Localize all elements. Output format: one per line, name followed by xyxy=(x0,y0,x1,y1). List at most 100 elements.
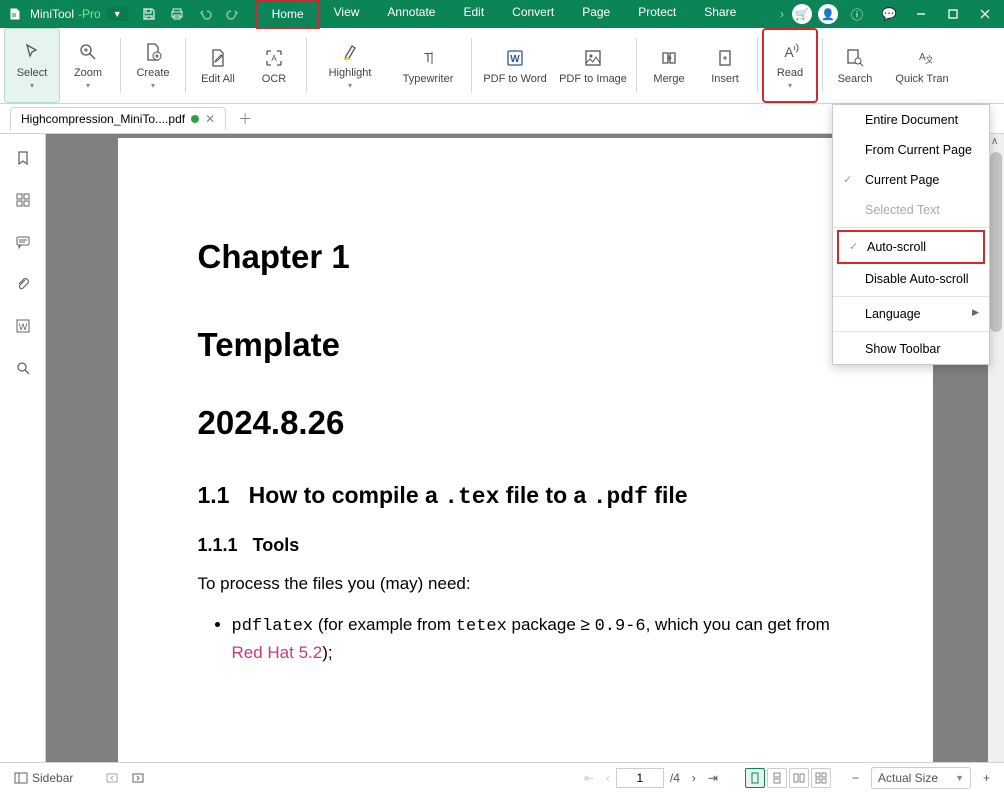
main-menu: HomeViewAnnotateEditConvertPageProtectSh… xyxy=(256,0,751,29)
menu-item-from-current-page[interactable]: From Current Page xyxy=(833,135,989,165)
word-export-icon[interactable]: W xyxy=(13,316,33,336)
menu-item-auto-scroll[interactable]: ✓Auto-scroll xyxy=(837,230,985,264)
chapter-heading: Chapter 1 xyxy=(198,238,853,276)
search-icon[interactable] xyxy=(13,358,33,378)
bookmark-icon[interactable] xyxy=(13,148,33,168)
merge-tool[interactable]: Merge xyxy=(641,28,697,103)
ribbon-divider xyxy=(471,38,472,93)
redo-icon[interactable] xyxy=(220,2,246,26)
first-page-icon[interactable]: ⇤ xyxy=(578,768,600,788)
pdf-page: Chapter 1 Template 2024.8.26 1.1 How to … xyxy=(118,138,933,762)
page-number-input[interactable] xyxy=(616,768,664,788)
save-icon[interactable] xyxy=(136,2,162,26)
menu-item-current-page[interactable]: ✓Current Page xyxy=(833,165,989,195)
menu-item-disable-auto-scroll[interactable]: Disable Auto-scroll xyxy=(833,264,989,294)
ribbon-divider xyxy=(306,38,307,93)
quick-tran-tool[interactable]: A文Quick Tran xyxy=(883,28,961,103)
menu-page[interactable]: Page xyxy=(568,0,624,29)
minimize-button[interactable] xyxy=(906,2,936,26)
svg-text:文: 文 xyxy=(925,54,932,65)
zoom-select[interactable]: Actual Size▼ xyxy=(871,767,971,789)
undo-icon[interactable] xyxy=(192,2,218,26)
ribbon-divider xyxy=(822,38,823,93)
close-button[interactable] xyxy=(970,2,1000,26)
tab-close-icon[interactable]: ✕ xyxy=(205,112,215,126)
menu-convert[interactable]: Convert xyxy=(498,0,568,29)
pdf-to-word-icon: W xyxy=(504,47,526,69)
chevron-down-icon: ▾ xyxy=(348,81,352,90)
cart-icon[interactable]: 🛒 xyxy=(792,4,812,24)
edit-all-tool[interactable]: Edit All xyxy=(190,28,246,103)
menu-annotate[interactable]: Annotate xyxy=(373,0,449,29)
ribbon-divider xyxy=(185,38,186,93)
pdf-to-image-tool[interactable]: PDF to Image xyxy=(554,28,632,103)
attachments-icon[interactable] xyxy=(13,274,33,294)
search-icon xyxy=(844,47,866,69)
edit-all-icon xyxy=(207,47,229,69)
app-dropdown[interactable]: ▼ xyxy=(107,7,128,21)
redhat-link[interactable]: Red Hat 5.2 xyxy=(232,643,323,662)
menu-share[interactable]: Share xyxy=(690,0,750,29)
read-tool[interactable]: ARead▾ xyxy=(762,28,818,103)
comments-icon[interactable] xyxy=(13,232,33,252)
title-bar: MiniTool-Pro ▼ HomeViewAnnotateEditConve… xyxy=(0,0,1004,28)
pdf-to-word-tool[interactable]: WPDF to Word xyxy=(476,28,554,103)
feedback-icon[interactable]: 💬 xyxy=(874,2,904,26)
menu-view[interactable]: View xyxy=(320,0,374,29)
scrollbar-thumb[interactable] xyxy=(990,152,1002,332)
menu-item-language[interactable]: Language▶ xyxy=(833,299,989,329)
zoom-tool[interactable]: Zoom▾ xyxy=(60,28,116,103)
merge-icon xyxy=(658,47,680,69)
section-1-1: 1.1 How to compile a .tex file to a .pdf… xyxy=(198,482,853,510)
typewriter-tool[interactable]: TTypewriter xyxy=(389,28,467,103)
menu-edit[interactable]: Edit xyxy=(449,0,498,29)
nav-right-icon[interactable] xyxy=(125,768,151,788)
prev-page-icon[interactable]: ‹ xyxy=(600,768,616,788)
tab-title: Highcompression_MiniTo....pdf xyxy=(21,112,185,126)
unsaved-indicator-icon xyxy=(191,115,199,123)
insert-tool[interactable]: Insert xyxy=(697,28,753,103)
new-tab-button[interactable]: ＋ xyxy=(238,109,252,129)
two-page-continuous-icon[interactable] xyxy=(811,768,831,788)
chevron-down-icon: ▾ xyxy=(151,81,155,90)
maximize-button[interactable] xyxy=(938,2,968,26)
print-icon[interactable] xyxy=(164,2,190,26)
zoom-out-icon[interactable]: − xyxy=(846,768,865,788)
menu-separator xyxy=(833,331,989,332)
menu-home[interactable]: Home xyxy=(256,0,320,29)
nav-left-icon[interactable] xyxy=(99,768,125,788)
scroll-up-icon[interactable]: ∧ xyxy=(991,136,998,147)
two-page-view-icon[interactable] xyxy=(789,768,809,788)
menu-protect[interactable]: Protect xyxy=(624,0,690,29)
create-tool[interactable]: Create▾ xyxy=(125,28,181,103)
ribbon-divider xyxy=(120,38,121,93)
menu-item-show-toolbar[interactable]: Show Toolbar xyxy=(833,334,989,364)
highlight-tool[interactable]: Highlight▾ xyxy=(311,28,389,103)
document-tab[interactable]: Highcompression_MiniTo....pdf ✕ xyxy=(10,107,226,130)
ocr-tool[interactable]: AOCR xyxy=(246,28,302,103)
next-page-icon[interactable]: › xyxy=(686,768,702,788)
svg-text:W: W xyxy=(18,322,27,332)
svg-text:W: W xyxy=(510,54,520,65)
read-icon: A xyxy=(779,41,801,63)
user-icon[interactable]: 👤 xyxy=(818,4,838,24)
title-heading: Template xyxy=(198,326,853,364)
ocr-icon: A xyxy=(263,47,285,69)
svg-text:T: T xyxy=(424,50,432,65)
menu-item-entire-document[interactable]: Entire Document xyxy=(833,105,989,135)
zoom-icon xyxy=(77,41,99,63)
help-icon[interactable]: ⓘ xyxy=(842,2,872,26)
search-tool[interactable]: Search xyxy=(827,28,883,103)
select-tool[interactable]: Select▾ xyxy=(4,28,60,103)
continuous-view-icon[interactable] xyxy=(767,768,787,788)
sidebar-toggle[interactable]: Sidebar xyxy=(8,768,79,788)
menu-separator xyxy=(833,296,989,297)
single-page-view-icon[interactable] xyxy=(745,768,765,788)
vertical-scrollbar[interactable]: ∧ xyxy=(988,134,1004,762)
insert-icon xyxy=(714,47,736,69)
thumbnails-icon[interactable] xyxy=(13,190,33,210)
submenu-arrow-icon: ▶ xyxy=(972,307,979,318)
zoom-in-icon[interactable]: + xyxy=(977,768,996,788)
last-page-icon[interactable]: ⇥ xyxy=(702,768,724,788)
chevron-right-icon[interactable]: › xyxy=(780,7,784,21)
